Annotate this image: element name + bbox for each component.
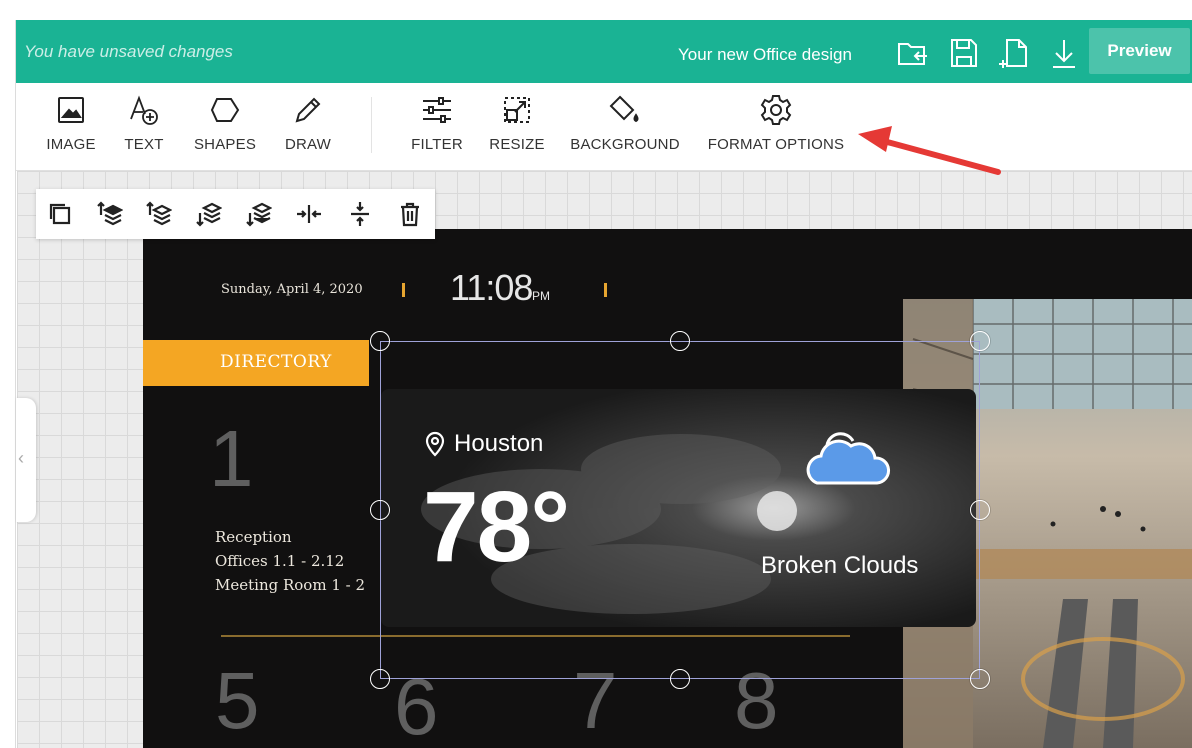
tool-shapes-label: SHAPES — [193, 136, 257, 153]
filter-sliders-icon — [423, 97, 451, 123]
tool-background[interactable]: BACKGROUND — [569, 93, 681, 153]
gold-divider — [221, 635, 850, 637]
directory-title: DIRECTORY — [220, 352, 332, 372]
tool-filter-label: FILTER — [411, 136, 463, 153]
bring-to-front-icon[interactable] — [95, 200, 124, 228]
tool-text-label: TEXT — [124, 136, 164, 153]
floor-number-1[interactable]: 1 — [209, 419, 254, 499]
tool-resize-label: RESIZE — [489, 136, 545, 153]
editor-app: You have unsaved changes Your new Office… — [0, 0, 1192, 748]
time-separator-right — [604, 283, 607, 297]
send-backward-icon[interactable] — [194, 200, 223, 228]
delete-icon[interactable] — [396, 200, 424, 228]
weather-widget[interactable]: Houston 78° Broken Clouds — [381, 389, 976, 627]
location-pin-icon — [425, 431, 445, 457]
resize-handle-bottom-right[interactable] — [970, 669, 990, 689]
left-rail — [0, 20, 16, 748]
floor-number-7[interactable]: 7 — [573, 661, 618, 741]
directory-list[interactable]: Reception Offices 1.1 - 2.12 Meeting Roo… — [215, 525, 365, 597]
tool-resize[interactable]: RESIZE — [484, 93, 550, 153]
resize-handle-top-left[interactable] — [370, 331, 390, 351]
time-separator-left — [402, 283, 405, 297]
resize-handle-top[interactable] — [670, 331, 690, 351]
chevron-left-icon: ‹ — [18, 448, 24, 468]
toolbar-divider — [371, 97, 372, 153]
download-icon[interactable] — [1047, 36, 1081, 70]
text-add-icon — [130, 95, 158, 125]
save-icon[interactable] — [947, 36, 981, 70]
weather-city: Houston — [454, 430, 544, 457]
weather-condition: Broken Clouds — [761, 552, 919, 579]
align-vertical-center-icon[interactable] — [346, 200, 374, 228]
floor-number-6[interactable]: 6 — [394, 667, 439, 747]
directory-item: Reception — [215, 528, 292, 546]
bring-forward-icon[interactable] — [144, 200, 173, 228]
open-folder-icon[interactable] — [896, 36, 930, 70]
ampm-text[interactable]: PM — [532, 289, 550, 303]
floor-number-5[interactable]: 5 — [215, 661, 260, 741]
tool-image[interactable]: IMAGE — [38, 93, 104, 153]
paint-bucket-icon — [609, 95, 639, 123]
date-text[interactable]: Sunday, April 4, 2020 — [221, 282, 363, 297]
resize-icon — [504, 97, 530, 123]
gear-icon — [760, 95, 792, 125]
floor-number-8[interactable]: 8 — [734, 661, 779, 741]
design-name[interactable]: Your new Office design — [678, 45, 852, 65]
design-canvas[interactable]: Sunday, April 4, 2020 11:08 PM DIRECTORY… — [143, 229, 1192, 748]
resize-handle-bottom[interactable] — [670, 669, 690, 689]
directory-item: Meeting Room 1 - 2 — [215, 576, 366, 594]
tool-draw[interactable]: DRAW — [278, 93, 338, 153]
tool-image-label: IMAGE — [46, 136, 96, 153]
new-page-icon[interactable] — [998, 36, 1032, 70]
tool-background-label: BACKGROUND — [570, 136, 680, 153]
layer-action-bar — [36, 189, 435, 239]
align-horizontal-center-icon[interactable] — [295, 200, 323, 228]
duplicate-icon[interactable] — [46, 200, 74, 228]
directory-banner[interactable]: DIRECTORY — [143, 340, 369, 386]
tool-format-options[interactable]: FORMAT OPTIONS — [706, 93, 846, 153]
weather-temperature: 78° — [423, 471, 570, 583]
cloud-icon — [806, 432, 890, 485]
tool-format-options-label: FORMAT OPTIONS — [707, 136, 845, 153]
time-text[interactable]: 11:08 — [450, 267, 533, 309]
send-to-back-icon[interactable] — [244, 200, 273, 228]
resize-handle-bottom-left[interactable] — [370, 669, 390, 689]
shapes-icon — [210, 98, 240, 122]
side-panel-toggle[interactable]: ‹ — [16, 398, 36, 522]
main-toolbar: IMAGE TEXT SHAPES DRAW FILTER RESIZE BAC… — [16, 83, 1192, 171]
image-icon — [58, 97, 84, 123]
tool-draw-label: DRAW — [284, 136, 332, 153]
resize-handle-left[interactable] — [370, 500, 390, 520]
tool-shapes[interactable]: SHAPES — [186, 93, 264, 153]
resize-handle-top-right[interactable] — [970, 331, 990, 351]
preview-button[interactable]: Preview — [1089, 28, 1190, 74]
unsaved-changes-text: You have unsaved changes — [24, 42, 233, 61]
tool-filter[interactable]: FILTER — [404, 93, 470, 153]
resize-handle-right[interactable] — [970, 500, 990, 520]
pencil-icon — [295, 97, 321, 123]
top-bar: You have unsaved changes Your new Office… — [16, 20, 1192, 83]
directory-item: Offices 1.1 - 2.12 — [215, 552, 345, 570]
tool-text[interactable]: TEXT — [114, 93, 174, 153]
